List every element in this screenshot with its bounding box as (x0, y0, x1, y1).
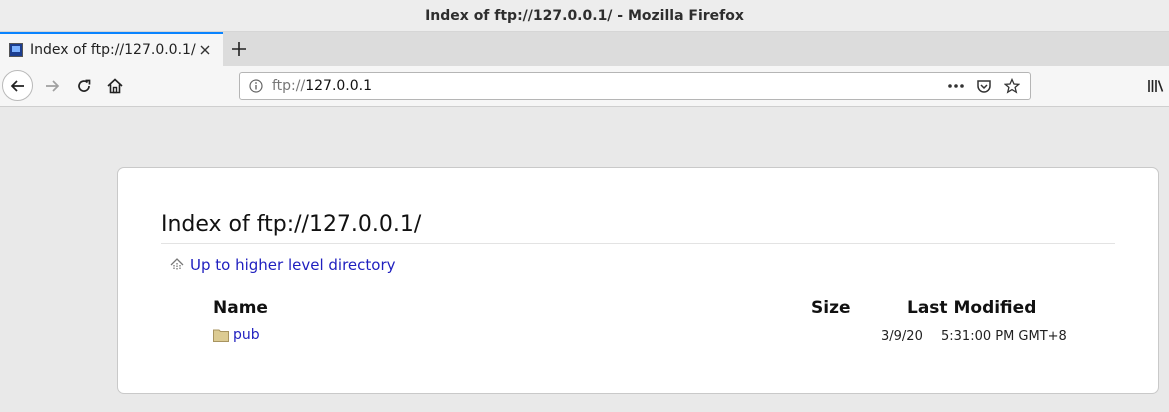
reload-icon[interactable] (72, 74, 96, 98)
plus-icon[interactable] (229, 39, 249, 59)
url-text[interactable]: ftp://127.0.0.1 (272, 78, 940, 94)
column-header-modified[interactable]: Last Modified (907, 298, 1036, 318)
window-titlebar: Index of ftp://127.0.0.1/ - Mozilla Fire… (0, 0, 1169, 32)
directory-listing: Index of ftp://127.0.0.1/ Up to higher l… (117, 167, 1159, 394)
url-bar[interactable]: ftp://127.0.0.1 (239, 72, 1031, 100)
home-icon[interactable] (103, 74, 127, 98)
row-date: 3/9/20 (881, 329, 923, 344)
star-icon[interactable] (1000, 74, 1024, 98)
column-header-name[interactable]: Name (213, 298, 268, 318)
row-time: 5:31:00 PM GMT+8 (941, 329, 1067, 344)
column-header-size[interactable]: Size (811, 298, 851, 318)
tab-title: Index of ftp://127.0.0.1/ (30, 42, 196, 58)
up-arrow-icon (168, 257, 185, 274)
folder-icon (213, 327, 229, 342)
page-actions (940, 74, 1024, 98)
up-directory-link[interactable]: Up to higher level directory (168, 256, 396, 274)
close-icon[interactable] (197, 42, 213, 58)
up-link-text: Up to higher level directory (190, 256, 396, 274)
window-title: Index of ftp://127.0.0.1/ - Mozilla Fire… (425, 7, 744, 24)
tab-active[interactable]: Index of ftp://127.0.0.1/ (0, 32, 223, 66)
page-title: Index of ftp://127.0.0.1/ (161, 212, 1115, 244)
info-icon[interactable] (248, 78, 264, 94)
library-icon[interactable] (1144, 74, 1168, 98)
navigation-toolbar: ftp://127.0.0.1 (0, 66, 1169, 107)
folder-link-pub[interactable]: pub (233, 327, 260, 343)
computer-icon (9, 43, 23, 57)
url-host: 127.0.0.1 (305, 78, 373, 94)
tab-bar: Index of ftp://127.0.0.1/ (0, 32, 1169, 66)
arrow-right-icon[interactable] (40, 74, 64, 98)
table-row: pub 3/9/20 5:31:00 PM GMT+8 (213, 326, 1113, 348)
url-scheme: ftp:// (272, 78, 306, 94)
arrow-left-icon[interactable] (2, 70, 33, 101)
more-icon[interactable] (944, 74, 968, 98)
pocket-icon[interactable] (972, 74, 996, 98)
